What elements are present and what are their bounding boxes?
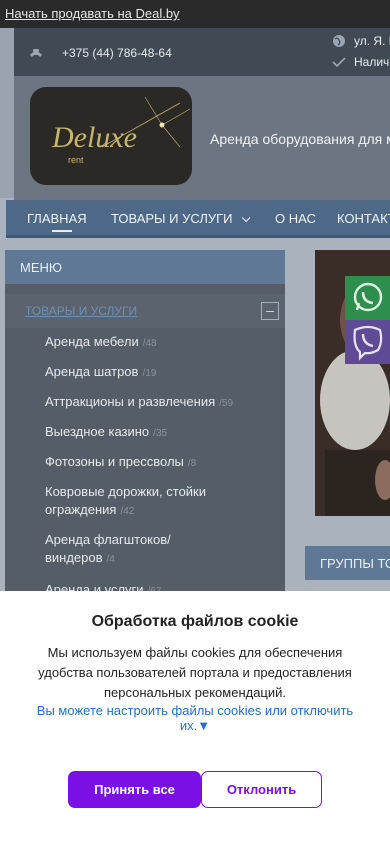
cookie-banner: Обработка файлов cookie Мы используем фа…	[0, 591, 390, 844]
svg-text:Deluxe: Deluxe	[51, 121, 137, 154]
contacts-bar: +375 (44) 786-48-64 ул. Я. Ма Налич	[14, 28, 390, 76]
phone-icon[interactable]	[28, 44, 44, 60]
groups-header: ГРУППЫ ТО	[305, 546, 390, 580]
phone-number[interactable]: +375 (44) 786-48-64	[62, 46, 172, 60]
menu-item[interactable]: Аренда флагштоков/ виндеров/4	[45, 531, 205, 569]
svg-text:rent: rent	[68, 155, 84, 165]
nav-home[interactable]: ГЛАВНАЯ	[27, 211, 87, 226]
nav-contacts[interactable]: КОНТАКТЫ	[337, 211, 390, 226]
nav-about[interactable]: О НАС	[275, 211, 316, 226]
cookie-settings-link[interactable]: Вы можете настроить файлы cookies или от…	[28, 703, 362, 733]
collapse-icon[interactable]	[261, 302, 279, 320]
viber-button[interactable]	[345, 320, 390, 364]
groups-title: ГРУППЫ ТО	[320, 556, 390, 571]
menu-item[interactable]: Аттракционы и развлечения/59	[45, 393, 275, 413]
accept-all-button[interactable]: Принять все	[68, 771, 201, 808]
nav-active-indicator	[52, 230, 72, 232]
chevron-down-icon	[241, 213, 250, 223]
decline-button[interactable]: Отклонить	[201, 771, 322, 808]
cookie-title: Обработка файлов cookie	[91, 613, 299, 630]
main-nav: ГЛАВНАЯ ТОВАРЫ И УСЛУГИ О НАС КОНТАКТЫ	[6, 200, 390, 238]
availability-text: Налич	[354, 55, 390, 69]
menu-item[interactable]: Фотозоны и прессволы/8	[45, 453, 245, 473]
deluxe-rent-logo[interactable]: Deluxe rent	[30, 87, 192, 185]
top-bar: Начать продавать на Deal.by	[0, 0, 390, 28]
menu-item[interactable]: Аренда шатров/19	[45, 363, 245, 383]
globe-icon	[333, 35, 345, 47]
header-tagline: Аренда оборудования для ме	[210, 131, 390, 147]
menu-item[interactable]: Аренда мебели/48	[45, 333, 245, 353]
whatsapp-button[interactable]	[345, 276, 390, 320]
left-stripe	[0, 28, 14, 198]
menu-item[interactable]: Ковровые дорожки, стойки ограждения/42	[45, 483, 235, 521]
header: Deluxe rent Аренда оборудования для ме	[14, 76, 390, 200]
menu-item[interactable]: Выездное казино/35	[45, 423, 245, 443]
nav-products[interactable]: ТОВАРЫ И УСЛУГИ	[111, 211, 250, 226]
logo-graphic: Deluxe rent	[51, 96, 191, 165]
menu-header: МЕНЮ	[5, 250, 285, 284]
viber-icon	[353, 325, 383, 361]
nav-products-label: ТОВАРЫ И УСЛУГИ	[111, 211, 233, 226]
address-text: ул. Я. Ма	[354, 34, 390, 48]
cookie-text: Мы используем файлы cookies для обеспече…	[38, 645, 352, 700]
menu-title: МЕНЮ	[20, 260, 63, 275]
start-selling-link[interactable]: Начать продавать на Deal.by	[5, 6, 180, 21]
whatsapp-icon	[353, 282, 383, 312]
check-icon	[332, 57, 346, 68]
category-products-label[interactable]: ТОВАРЫ И УСЛУГИ	[25, 304, 137, 318]
category-products[interactable]: ТОВАРЫ И УСЛУГИ	[5, 294, 285, 328]
